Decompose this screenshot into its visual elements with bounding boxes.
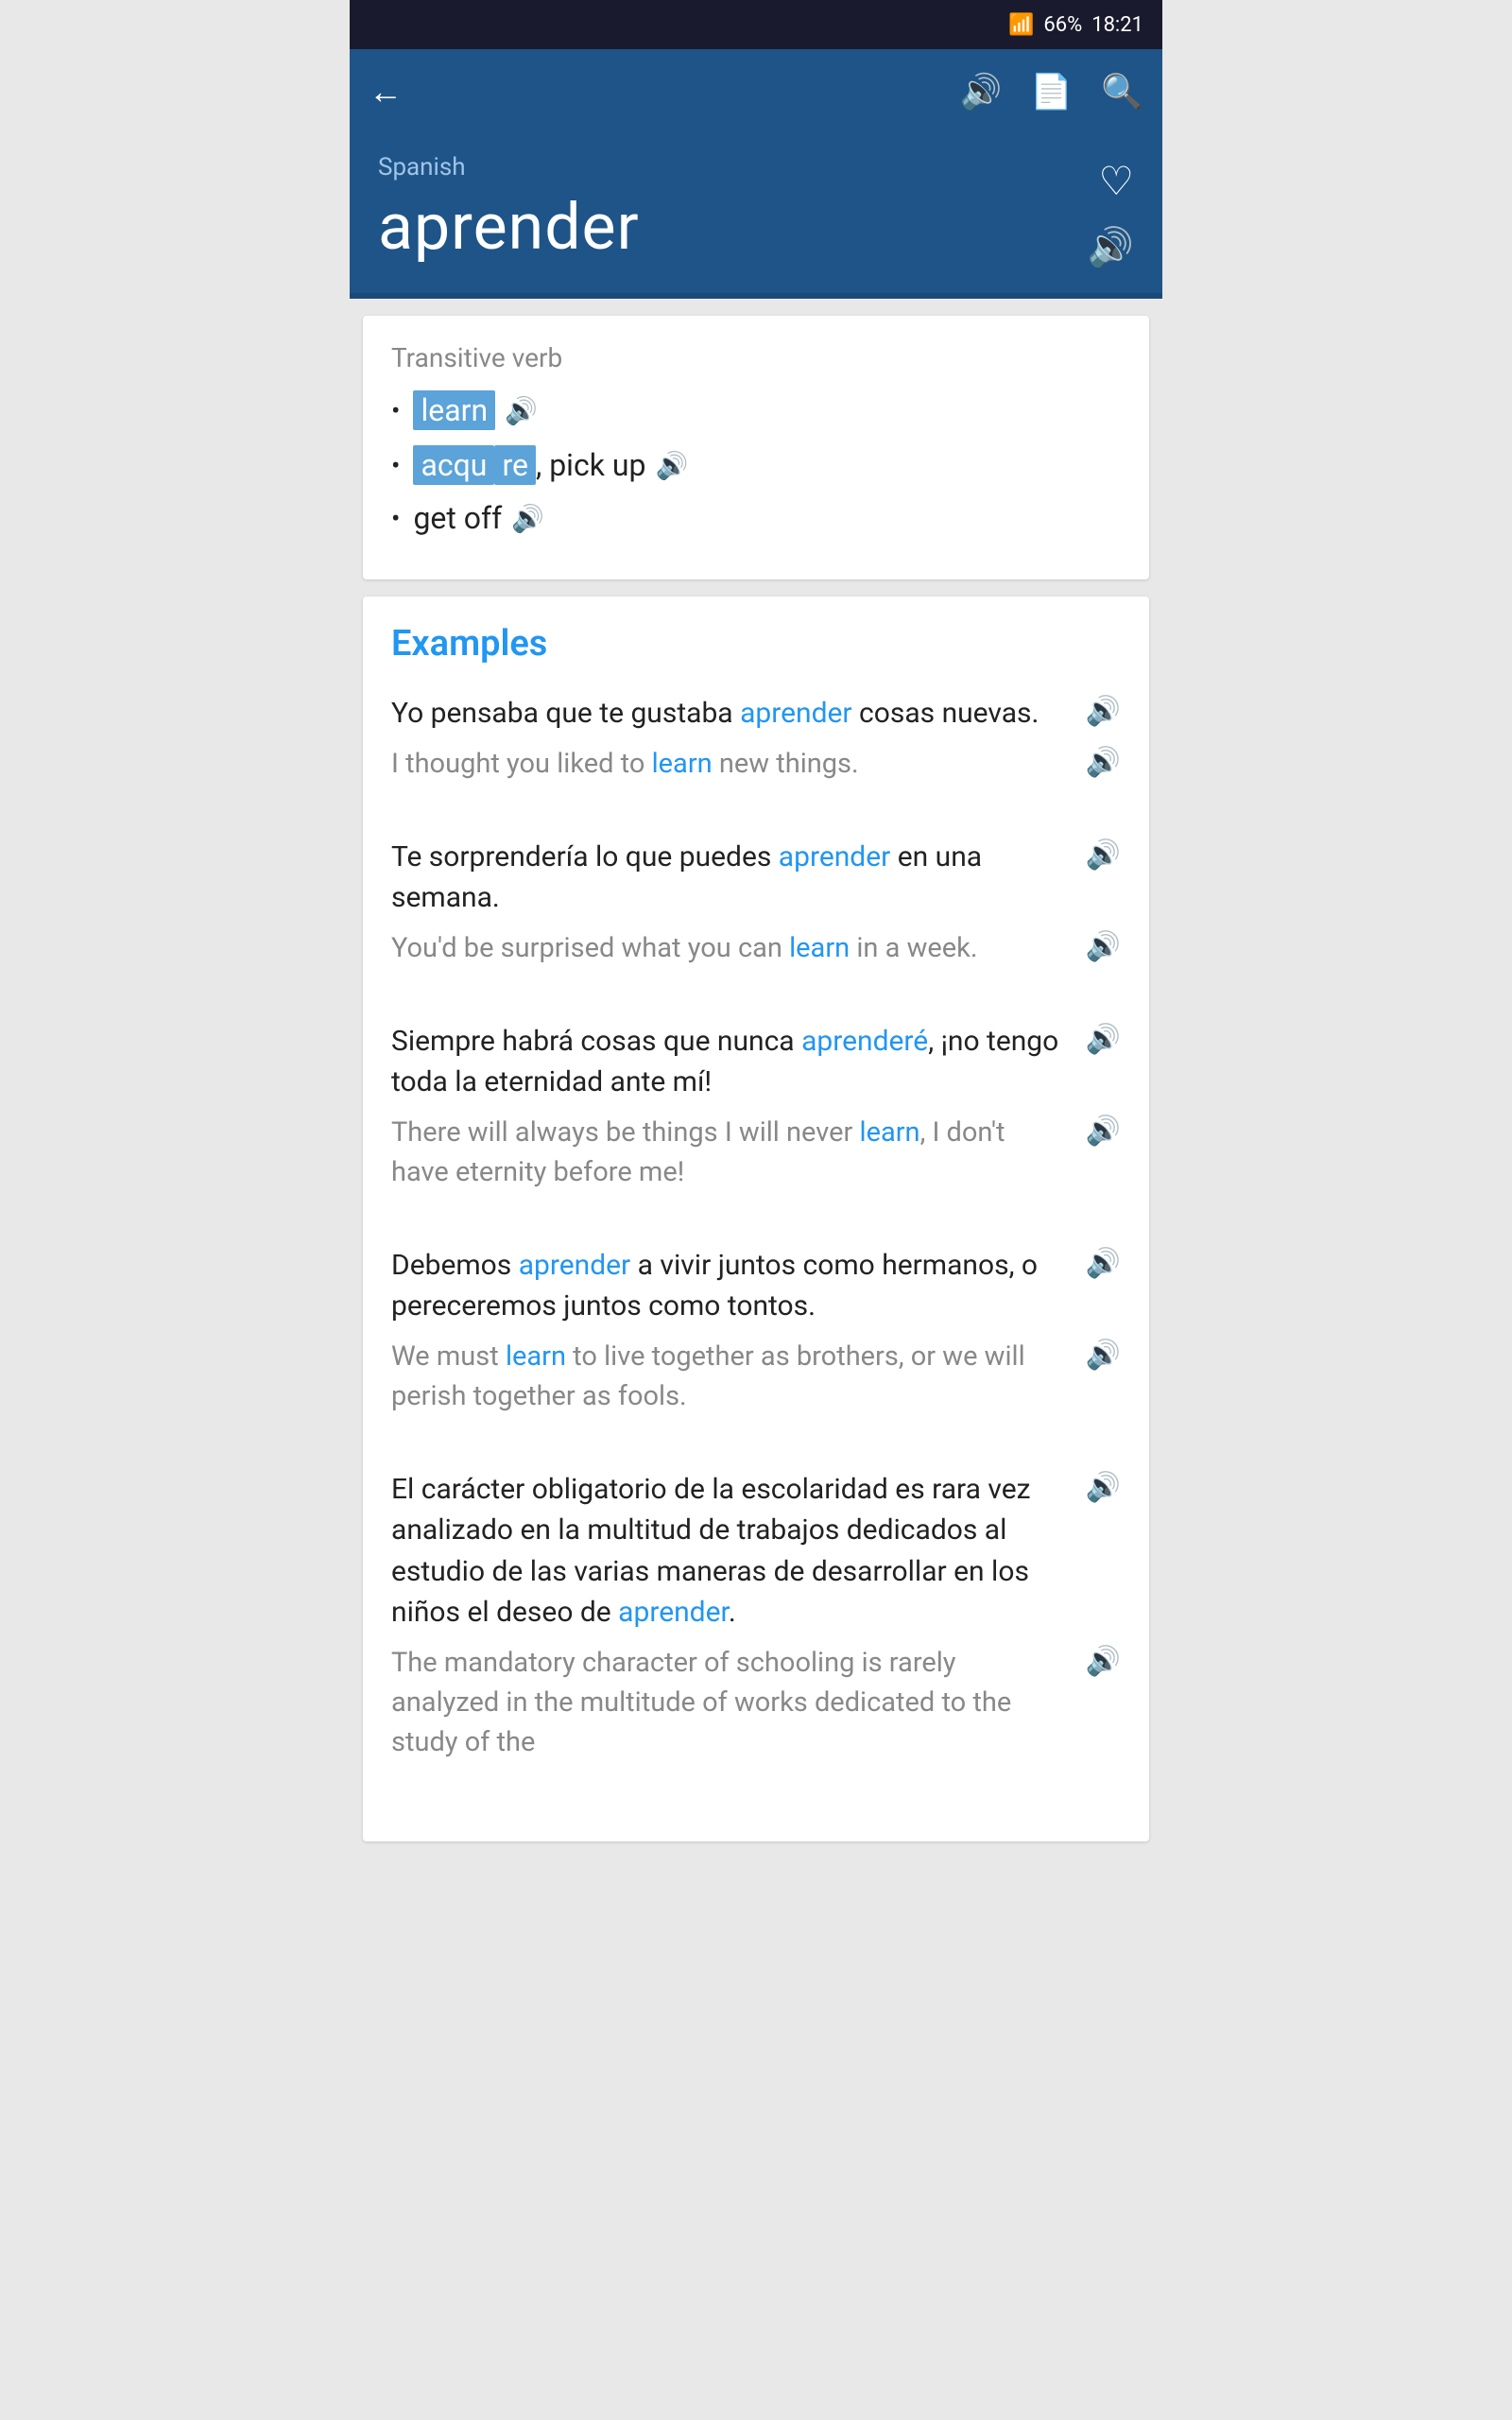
def-word-acquire: acqure, pick up — [413, 447, 645, 483]
time-display: 18:21 — [1091, 13, 1143, 37]
example-4-spanish-row: Debemos aprender a vivir juntos como her… — [391, 1245, 1121, 1327]
word-sound-button[interactable]: 🔊 — [1087, 225, 1134, 269]
bullet-2: • — [391, 450, 400, 481]
part-of-speech: Transitive verb — [391, 342, 1121, 373]
example-4-spanish: Debemos aprender a vivir juntos como her… — [391, 1245, 1086, 1327]
example-3: Siempre habrá cosas que nunca aprenderé,… — [391, 1021, 1121, 1211]
example-1-link-es[interactable]: aprender — [740, 697, 852, 730]
example-4: Debemos aprender a vivir juntos como her… — [391, 1245, 1121, 1435]
example-1-english-row: I thought you liked to learn new things.… — [391, 744, 1121, 784]
example-4-spanish-sound[interactable]: 🔊 — [1086, 1247, 1121, 1280]
word-title: aprender — [378, 189, 1134, 265]
definition-card: Transitive verb • learn 🔊 • acqure, pick… — [363, 316, 1149, 579]
example-3-english-row: There will always be things I will never… — [391, 1113, 1121, 1192]
example-3-spanish-sound[interactable]: 🔊 — [1086, 1023, 1121, 1056]
document-button[interactable]: 📄 — [1030, 72, 1073, 112]
bullet-3: • — [391, 503, 400, 534]
battery-level: 66% — [1043, 13, 1082, 37]
example-5-english: The mandatory character of schooling is … — [391, 1643, 1086, 1762]
example-4-link-en[interactable]: learn — [506, 1340, 566, 1373]
def-word-getoff: get off — [413, 500, 502, 536]
acquire-sound-button[interactable]: 🔊 — [655, 450, 688, 481]
back-button[interactable]: ← — [369, 72, 403, 112]
example-1-link-en[interactable]: learn — [652, 748, 713, 780]
definition-item-getoff: • get off 🔊 — [391, 500, 1121, 536]
example-5-spanish-row: El carácter obligatorio de la escolarida… — [391, 1469, 1121, 1634]
example-3-link-es[interactable]: aprenderé — [801, 1025, 928, 1058]
example-5-spanish-sound[interactable]: 🔊 — [1086, 1471, 1121, 1504]
example-1-spanish-row: Yo pensaba que te gustaba aprender cosas… — [391, 693, 1121, 735]
definition-item-acquire: • acqure, pick up 🔊 — [391, 447, 1121, 483]
status-icons: 📶 66% 18:21 — [1008, 13, 1143, 37]
example-4-link-es[interactable]: aprender — [519, 1249, 631, 1282]
example-2-link-es[interactable]: aprender — [779, 840, 891, 873]
header-divider — [350, 293, 1162, 299]
getoff-sound-button[interactable]: 🔊 — [511, 503, 544, 534]
example-3-english: There will always be things I will never… — [391, 1113, 1086, 1192]
word-header: Spanish aprender ♡ 🔊 — [350, 134, 1162, 293]
example-5-english-sound[interactable]: 🔊 — [1086, 1645, 1121, 1678]
example-1-spanish: Yo pensaba que te gustaba aprender cosas… — [391, 693, 1086, 735]
definition-item-learn: • learn 🔊 — [391, 390, 1121, 430]
example-1-spanish-sound[interactable]: 🔊 — [1086, 695, 1121, 728]
wifi-icon: 📶 — [1008, 13, 1034, 37]
example-4-english-sound[interactable]: 🔊 — [1086, 1339, 1121, 1372]
example-5: El carácter obligatorio de la escolarida… — [391, 1469, 1121, 1781]
search-button[interactable]: 🔍 — [1101, 72, 1143, 112]
favorite-button[interactable]: ♡ — [1098, 158, 1134, 205]
example-2-english: You'd be surprised what you can learn in… — [391, 928, 1086, 968]
example-4-english-row: We must learn to live together as brothe… — [391, 1337, 1121, 1416]
example-2-spanish: Te sorprendería lo que puedes aprender e… — [391, 837, 1086, 919]
example-2-english-row: You'd be surprised what you can learn in… — [391, 928, 1121, 968]
example-3-spanish: Siempre habrá cosas que nunca aprenderé,… — [391, 1021, 1086, 1103]
example-2-spanish-sound[interactable]: 🔊 — [1086, 838, 1121, 872]
bullet-1: • — [391, 395, 400, 426]
example-2-link-en[interactable]: learn — [789, 932, 850, 964]
example-3-english-sound[interactable]: 🔊 — [1086, 1115, 1121, 1148]
example-1: Yo pensaba que te gustaba aprender cosas… — [391, 693, 1121, 803]
example-5-english-row: The mandatory character of schooling is … — [391, 1643, 1121, 1762]
example-1-english: I thought you liked to learn new things. — [391, 744, 1086, 784]
example-2: Te sorprendería lo que puedes aprender e… — [391, 837, 1121, 987]
example-3-link-en[interactable]: learn — [860, 1116, 920, 1149]
example-2-spanish-row: Te sorprendería lo que puedes aprender e… — [391, 837, 1121, 919]
app-bar-right: 🔊 📄 🔍 — [960, 72, 1143, 112]
app-bar-left: ← — [369, 72, 403, 112]
example-2-english-sound[interactable]: 🔊 — [1086, 930, 1121, 963]
example-3-spanish-row: Siempre habrá cosas que nunca aprenderé,… — [391, 1021, 1121, 1103]
learn-sound-button[interactable]: 🔊 — [505, 395, 538, 426]
example-1-english-sound[interactable]: 🔊 — [1086, 746, 1121, 779]
status-bar: 📶 66% 18:21 — [350, 0, 1162, 49]
def-word-learn: learn — [413, 390, 495, 430]
example-4-english: We must learn to live together as brothe… — [391, 1337, 1086, 1416]
app-bar: ← 🔊 📄 🔍 — [350, 49, 1162, 134]
example-5-link-es[interactable]: aprender — [618, 1596, 729, 1629]
sound-button[interactable]: 🔊 — [960, 72, 1003, 112]
examples-title: Examples — [391, 623, 1121, 665]
word-language: Spanish — [378, 153, 1134, 182]
example-5-spanish: El carácter obligatorio de la escolarida… — [391, 1469, 1086, 1634]
examples-section: Examples Yo pensaba que te gustaba apren… — [363, 596, 1149, 1841]
